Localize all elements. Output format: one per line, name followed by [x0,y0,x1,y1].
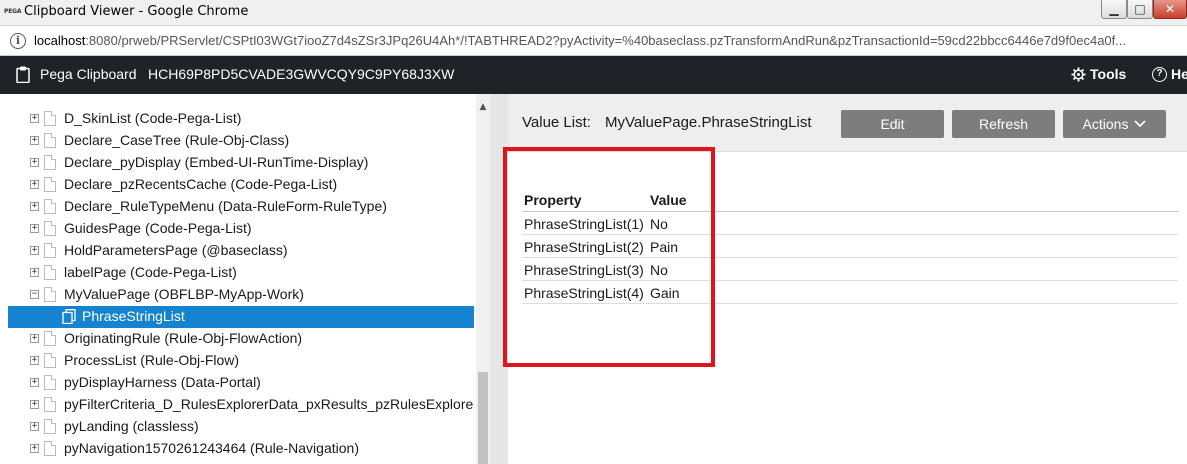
help-label: He [1171,66,1187,82]
tree-item-label: ProcessList (Rule-Obj-Flow) [64,352,240,368]
expand-toggle-icon[interactable]: + [30,356,39,365]
tree-item[interactable]: + pyDisplayHarness (Data-Portal) [0,372,476,394]
expand-toggle-icon[interactable]: + [30,378,39,387]
tree-item-label: PhraseStringList [82,308,185,324]
clipboard-tree: + D_SkinList (Code-Pega-List) + Declare_Cas… [0,94,496,464]
page-icon [44,375,56,390]
page-icon [44,177,56,192]
expand-toggle-icon[interactable]: + [30,268,39,277]
page-icon [44,133,56,148]
tree-item-label: GuidesPage (Code-Pega-List) [64,220,252,236]
tree-item[interactable]: + Declare_pzRecentsCache (Code-Pega-List) [0,174,476,196]
page-icon [44,419,56,434]
pega-clipboard-header: Pega Clipboard HCH69P8PD5CVADE3GWVCQY9C9… [0,56,1187,94]
value-list-header: Value List: MyValuePage.PhraseStringList… [508,94,1187,152]
expand-toggle-icon[interactable]: + [30,334,39,343]
tree-item-selected[interactable]: PhraseStringList [8,306,474,328]
address-bar[interactable]: i localhost:8080/prweb/PRServlet/CSPtI03… [0,26,1187,56]
value-list-title: Value List: [522,114,591,131]
value-list-page-name: MyValuePage.PhraseStringList [605,114,812,131]
url-text[interactable]: localhost:8080/prweb/PRServlet/CSPtI03WG… [34,33,1126,48]
window-title-bar: PEGA Clipboard Viewer - Google Chrome ▁ … [0,0,1187,26]
actions-label: Actions [1082,116,1129,132]
page-icon [44,287,56,302]
tree-item-label: MyValuePage (OBFLBP-MyApp-Work) [64,286,304,302]
tree-item-label: Declare_pyDisplay (Embed-UI-RunTime-Disp… [64,154,369,170]
highlight-annotation-box [503,147,715,367]
tree-item-label: labelPage (Code-Pega-List) [64,264,237,280]
clipboard-icon [16,66,30,83]
pega-clipboard-title: Pega Clipboard [40,66,137,82]
tools-menu[interactable]: Tools [1071,66,1126,82]
minimize-button[interactable]: ▁ [1101,0,1127,19]
tree-item[interactable]: + Declare_CaseTree (Rule-Obj-Class) [0,130,476,152]
tree-item[interactable]: + Declare_RuleTypeMenu (Data-RuleForm-Rul… [0,196,476,218]
url-path: :8080/prweb/PRServlet/CSPtI03WGt7iooZ7d4… [85,33,1127,48]
tree-item[interactable]: + GuidesPage (Code-Pega-List) [0,218,476,240]
window-title: Clipboard Viewer - Google Chrome [24,4,249,19]
page-icon [44,441,56,456]
tree-item[interactable]: + labelPage (Code-Pega-List) [0,262,476,284]
tree-item[interactable]: + ProcessList (Rule-Obj-Flow) [0,350,476,372]
page-icon [44,199,56,214]
tree-item[interactable]: + pyLanding (classless) [0,416,476,438]
copy-list-icon [62,309,76,324]
page-icon [44,155,56,170]
close-window-button[interactable]: ✕ [1153,0,1187,19]
page-icon [44,265,56,280]
tree-item-label: Declare_CaseTree (Rule-Obj-Class) [64,132,290,148]
page-icon [44,243,56,258]
help-icon: ? [1152,66,1167,82]
page-icon [44,221,56,236]
expand-toggle-icon[interactable]: + [30,136,39,145]
help-menu[interactable]: ? He [1152,66,1187,82]
refresh-button[interactable]: Refresh [952,110,1055,138]
expand-toggle-icon[interactable]: + [30,224,39,233]
tree-item-label: HoldParametersPage (@baseclass) [64,242,288,258]
tree-item-label: pyFilterCriteria_D_RulesExplorerData_pxR… [64,396,474,412]
page-icon [44,331,56,346]
tree-item[interactable]: + pyFilterCriteria_D_RulesExplorerData_px… [0,394,476,416]
url-host: localhost [34,33,86,48]
tree-item[interactable]: + HoldParametersPage (@baseclass) [0,240,476,262]
info-icon[interactable]: i [10,33,26,49]
tree-item[interactable]: + D_SkinList (Code-Pega-List) [0,108,476,130]
expand-toggle-icon[interactable]: + [30,114,39,123]
tree-item[interactable]: + Declare_pyDisplay (Embed-UI-RunTime-Dis… [0,152,476,174]
chevron-down-icon [1134,120,1147,128]
tree-item[interactable]: + OriginatingRule (Rule-Obj-FlowAction) [0,328,476,350]
expand-toggle-icon[interactable]: + [30,202,39,211]
tree-item-label: Declare_pzRecentsCache (Code-Pega-List) [64,176,338,192]
tree-item-label: Declare_RuleTypeMenu (Data-RuleForm-Rule… [64,198,387,214]
partially-hidden-tree-row [64,94,464,100]
tree-item-label: pyDisplayHarness (Data-Portal) [64,374,261,390]
expand-toggle-icon[interactable]: + [30,246,39,255]
actions-button[interactable]: Actions [1063,110,1166,138]
tree-item-label: D_SkinList (Code-Pega-List) [64,110,242,126]
expand-toggle-icon[interactable]: + [30,444,39,453]
maximize-button[interactable]: □ [1127,0,1153,19]
edit-button[interactable]: Edit [841,110,944,138]
tree-item-label: OriginatingRule (Rule-Obj-FlowAction) [64,330,303,346]
expand-toggle-icon[interactable]: + [30,180,39,189]
pega-app-logo: PEGA [4,8,22,15]
expand-toggle-icon[interactable]: + [30,422,39,431]
page-icon [44,353,56,368]
tree-item-label: pyNavigation1570261243464 (Rule-Navigati… [64,440,359,456]
page-icon [44,111,56,126]
tree-scrollbar-thumb[interactable] [478,372,488,464]
tools-label: Tools [1090,66,1127,82]
expand-toggle-icon[interactable]: + [30,158,39,167]
page-icon [44,397,56,412]
tree-item[interactable]: + pyNavigation1570261243464 (Rule-Navigat… [0,438,476,460]
expand-toggle-icon[interactable]: + [30,400,39,409]
scroll-up-arrow-icon[interactable]: ▲ [476,102,490,116]
gear-icon [1071,66,1086,82]
tree-item-label: pyLanding (classless) [64,418,199,434]
expand-toggle-icon[interactable]: − [30,290,39,299]
tree-item[interactable]: − MyValuePage (OBFLBP-MyApp-Work) [0,284,476,306]
thread-id: HCH69P8PD5CVADE3GWVCQY9C9PY68J3XW [148,66,455,82]
